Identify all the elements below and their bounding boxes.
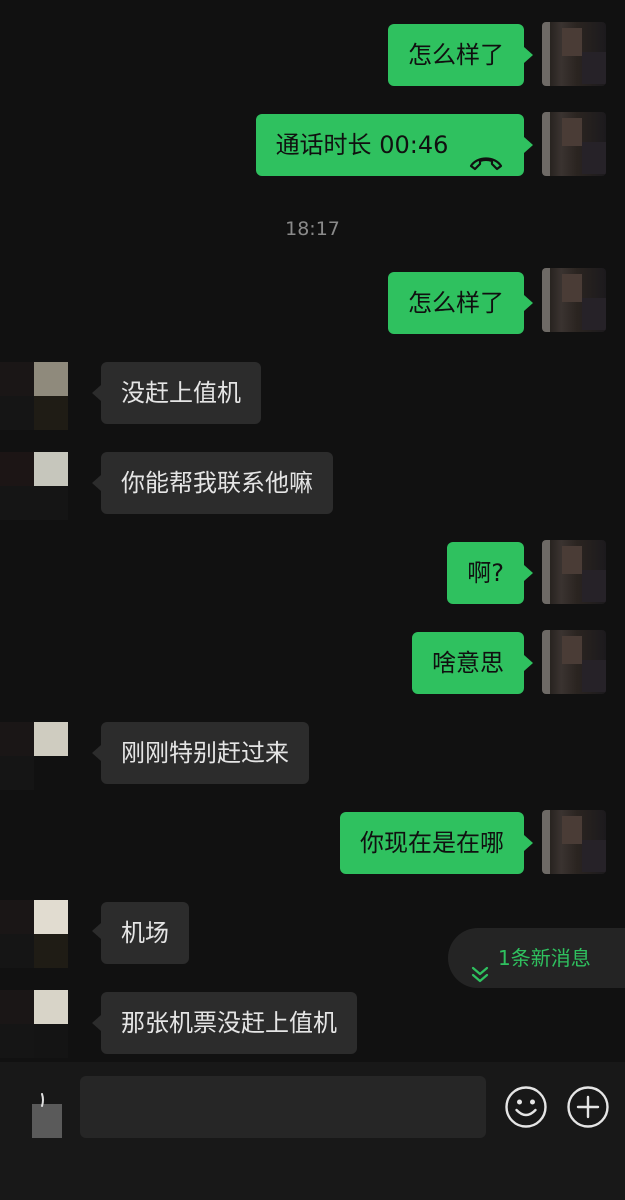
sent-message-bubble[interactable]: 啥意思	[412, 632, 524, 694]
bubble-tail	[92, 475, 101, 491]
received-message-bubble[interactable]: 机场	[101, 902, 189, 964]
contact-avatar[interactable]	[0, 362, 68, 430]
message-row: 怎么样了	[0, 268, 625, 334]
received-message-bubble[interactable]: 你能帮我联系他嘛	[101, 452, 333, 514]
bubble-tail	[92, 385, 101, 401]
input-bar	[0, 1062, 625, 1200]
my-avatar[interactable]	[542, 22, 606, 86]
message-row: 你现在是在哪	[0, 810, 625, 876]
bubble-tail	[92, 745, 101, 761]
call-record-bubble[interactable]: 通话时长 00:46	[255, 114, 524, 176]
bubble-tail	[524, 655, 533, 671]
bubble-tail	[92, 923, 101, 939]
my-avatar[interactable]	[542, 112, 606, 176]
message-row: 啥意思	[0, 630, 625, 696]
new-messages-button[interactable]: 1条新消息	[448, 928, 625, 988]
received-message-bubble[interactable]: 那张机票没赶上值机	[101, 992, 357, 1054]
message-timestamp: 18:17	[285, 218, 340, 240]
double-chevron-down-icon	[470, 948, 490, 982]
sent-message-bubble[interactable]: 怎么样了	[388, 272, 524, 334]
bubble-tail	[524, 835, 533, 851]
message-row: 刚刚特别赶过来	[0, 722, 625, 790]
message-input[interactable]	[80, 1076, 486, 1138]
emoji-icon[interactable]	[504, 1085, 548, 1129]
voice-toggle-icon[interactable]	[30, 1076, 70, 1138]
my-avatar[interactable]	[542, 630, 606, 694]
contact-avatar[interactable]	[0, 990, 68, 1058]
my-avatar[interactable]	[542, 540, 606, 604]
bubble-tail	[524, 47, 533, 63]
plus-icon[interactable]	[566, 1085, 610, 1129]
contact-avatar[interactable]	[0, 722, 68, 790]
new-messages-label: 1条新消息	[498, 946, 591, 970]
received-message-bubble[interactable]: 没赶上值机	[101, 362, 261, 424]
sent-message-bubble[interactable]: 你现在是在哪	[340, 812, 524, 874]
message-row: 怎么样了	[0, 22, 625, 88]
call-duration-text: 通话时长 00:46	[275, 131, 449, 159]
message-row: 通话时长 00:46	[0, 112, 625, 178]
message-row: 那张机票没赶上值机	[0, 990, 625, 1058]
bubble-tail	[92, 1015, 101, 1031]
message-row: 没赶上值机	[0, 362, 625, 430]
bubble-tail	[524, 137, 533, 153]
bubble-tail	[524, 295, 533, 311]
my-avatar[interactable]	[542, 810, 606, 874]
message-row: 啊?	[0, 540, 625, 606]
message-row: 你能帮我联系他嘛	[0, 452, 625, 520]
received-message-bubble[interactable]: 刚刚特别赶过来	[101, 722, 309, 784]
phone-hangup-icon	[468, 134, 504, 171]
chat-area[interactable]: 怎么样了 通话时长 00:46 18:17 怎么样了 没赶上值机 你能帮我联系他…	[0, 0, 625, 1062]
my-avatar[interactable]	[542, 268, 606, 332]
bubble-tail	[524, 565, 533, 581]
sent-message-bubble[interactable]: 怎么样了	[388, 24, 524, 86]
contact-avatar[interactable]	[0, 452, 68, 520]
sent-message-bubble[interactable]: 啊?	[447, 542, 524, 604]
contact-avatar[interactable]	[0, 900, 68, 968]
